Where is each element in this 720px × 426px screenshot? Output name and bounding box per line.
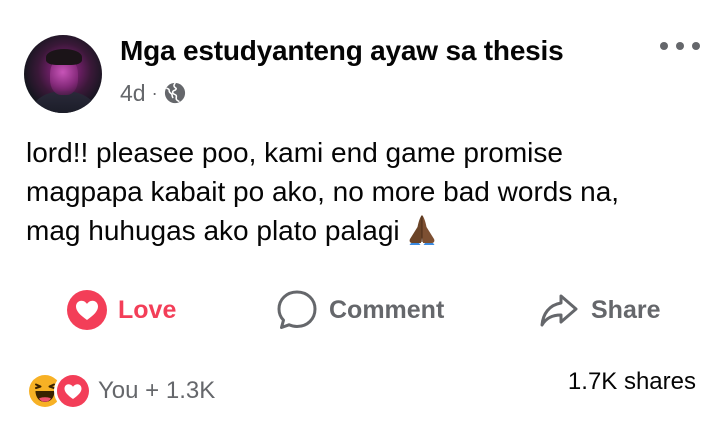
reaction-count: You + 1.3K (98, 377, 216, 404)
share-button[interactable]: Share (537, 285, 660, 335)
love-icon (54, 372, 92, 410)
comment-button[interactable]: Comment (275, 285, 444, 335)
comment-icon (277, 290, 317, 329)
more-options-button[interactable] (660, 40, 700, 52)
shares-count[interactable]: 1.7K shares (568, 368, 696, 396)
post-text-line: mag huhugas ako plato palagi (26, 215, 400, 246)
post-header: Mga estudyanteng ayaw sa thesis 4d · (0, 0, 720, 120)
post-actions-bar: Love Comment Share (0, 285, 720, 335)
post-footer: You + 1.3K 1.7K shares (0, 365, 720, 415)
meta-separator: · (151, 82, 158, 103)
author-avatar[interactable] (24, 35, 102, 113)
post-meta: 4d · (120, 78, 186, 108)
folded-hands-emoji-icon (409, 215, 435, 245)
post-body: lord!! pleasee poo, kami end game promis… (26, 133, 706, 250)
love-button[interactable]: Love (66, 285, 176, 335)
post-text-line-last: mag huhugas ako plato palagi (26, 211, 706, 250)
share-icon (540, 294, 578, 327)
post-text-line: lord!! pleasee poo, kami end game promis… (26, 137, 563, 168)
reactions-summary[interactable]: You + 1.3K (26, 372, 215, 410)
more-dot-icon (676, 42, 684, 50)
comment-label: Comment (329, 295, 445, 324)
author-name[interactable]: Mga estudyanteng ayaw sa thesis (120, 35, 564, 67)
love-reaction-icon (67, 290, 107, 330)
post-text-line: magpapa kabait po ako, no more bad words… (26, 176, 620, 207)
love-label: Love (118, 295, 177, 324)
more-dot-icon (660, 42, 668, 50)
post-timestamp[interactable]: 4d (120, 80, 146, 107)
globe-icon[interactable] (164, 82, 186, 104)
share-label: Share (591, 295, 661, 324)
more-dot-icon (692, 42, 700, 50)
